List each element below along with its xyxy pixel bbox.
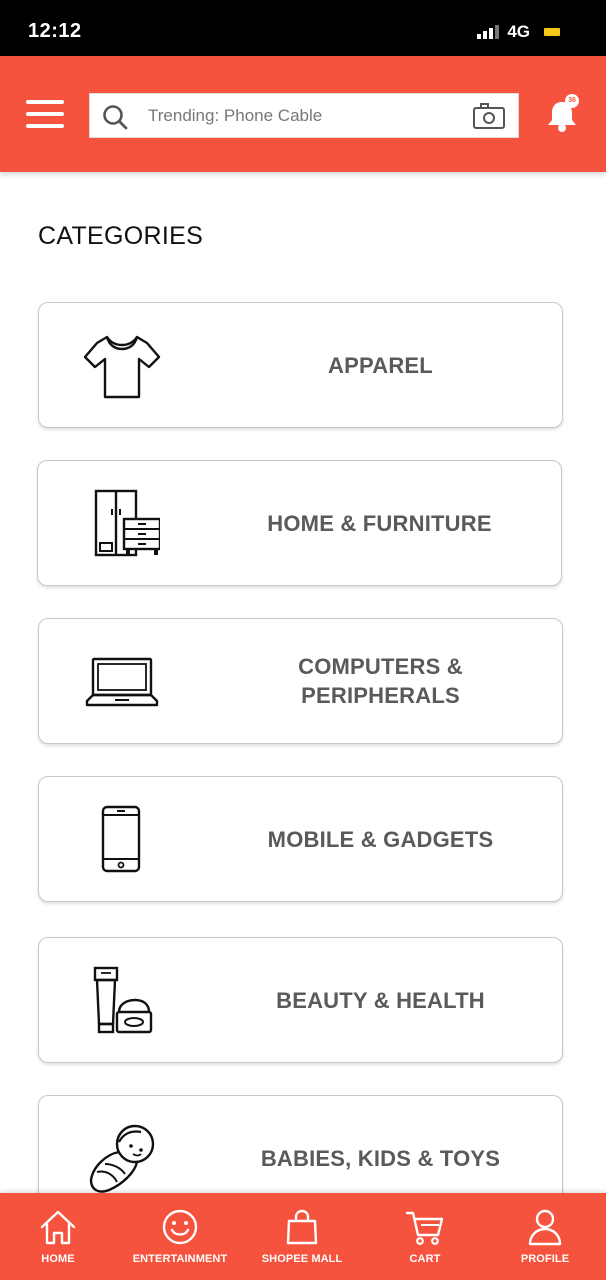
- signal-icon: [477, 25, 500, 39]
- nav-shopee-mall[interactable]: SHOPEE MALL: [242, 1193, 362, 1280]
- nav-label: ENTERTAINMENT: [132, 1253, 228, 1265]
- bottom-nav: HOME ENTERTAINMENT SHOPEE MALL CART PROF…: [0, 1193, 606, 1280]
- category-card-computers[interactable]: COMPUTERS & PERIPHERALS: [38, 618, 563, 744]
- shopping-bag-icon: [286, 1209, 318, 1245]
- category-card-apparel[interactable]: APPAREL: [38, 302, 563, 428]
- furniture-icon: [94, 489, 160, 557]
- cart-icon: [405, 1211, 444, 1245]
- notification-badge: 36: [565, 94, 579, 108]
- page-title: CATEGORIES: [38, 222, 204, 250]
- status-time: 12:12: [28, 20, 82, 42]
- cosmetics-icon: [93, 966, 153, 1034]
- category-card-beauty[interactable]: BEAUTY & HEALTH: [38, 937, 563, 1063]
- status-bar: 12:12 4G: [0, 0, 606, 56]
- nav-label: HOME: [41, 1253, 75, 1265]
- nav-label: CART: [409, 1253, 441, 1265]
- category-label: HOME & FURNITURE: [267, 510, 492, 536]
- app-header: 36: [0, 56, 606, 172]
- nav-home[interactable]: HOME: [0, 1193, 118, 1280]
- status-indicators: 4G: [477, 22, 560, 42]
- category-label: MOBILE & GADGETS: [267, 826, 494, 852]
- profile-icon: [528, 1209, 562, 1246]
- nav-label: SHOPEE MALL: [261, 1253, 343, 1265]
- network-type: 4G: [507, 22, 530, 41]
- home-icon: [40, 1210, 76, 1245]
- category-card-mobile[interactable]: MOBILE & GADGETS: [38, 776, 563, 902]
- category-label: APPAREL: [328, 352, 433, 378]
- category-card-home-furniture[interactable]: HOME & FURNITURE: [37, 460, 562, 586]
- category-label: BEAUTY & HEALTH: [276, 987, 485, 1013]
- nav-cart[interactable]: CART: [365, 1193, 485, 1280]
- nav-label: PROFILE: [520, 1253, 570, 1265]
- camera-icon[interactable]: [472, 102, 506, 130]
- search-input[interactable]: [148, 94, 458, 137]
- notification-button[interactable]: 36: [545, 94, 581, 134]
- nav-entertainment[interactable]: ENTERTAINMENT: [120, 1193, 240, 1280]
- laptop-icon: [85, 657, 159, 707]
- battery-icon: [544, 28, 560, 36]
- search-bar[interactable]: [89, 93, 519, 138]
- smartphone-icon: [101, 805, 141, 873]
- smiley-icon: [162, 1209, 198, 1245]
- search-icon: [103, 105, 128, 130]
- tshirt-icon: [83, 335, 161, 399]
- nav-profile[interactable]: PROFILE: [485, 1193, 605, 1280]
- category-label: COMPUTERS & PERIPHERALS: [298, 654, 463, 708]
- menu-icon[interactable]: [26, 100, 64, 128]
- baby-icon: [89, 1124, 155, 1193]
